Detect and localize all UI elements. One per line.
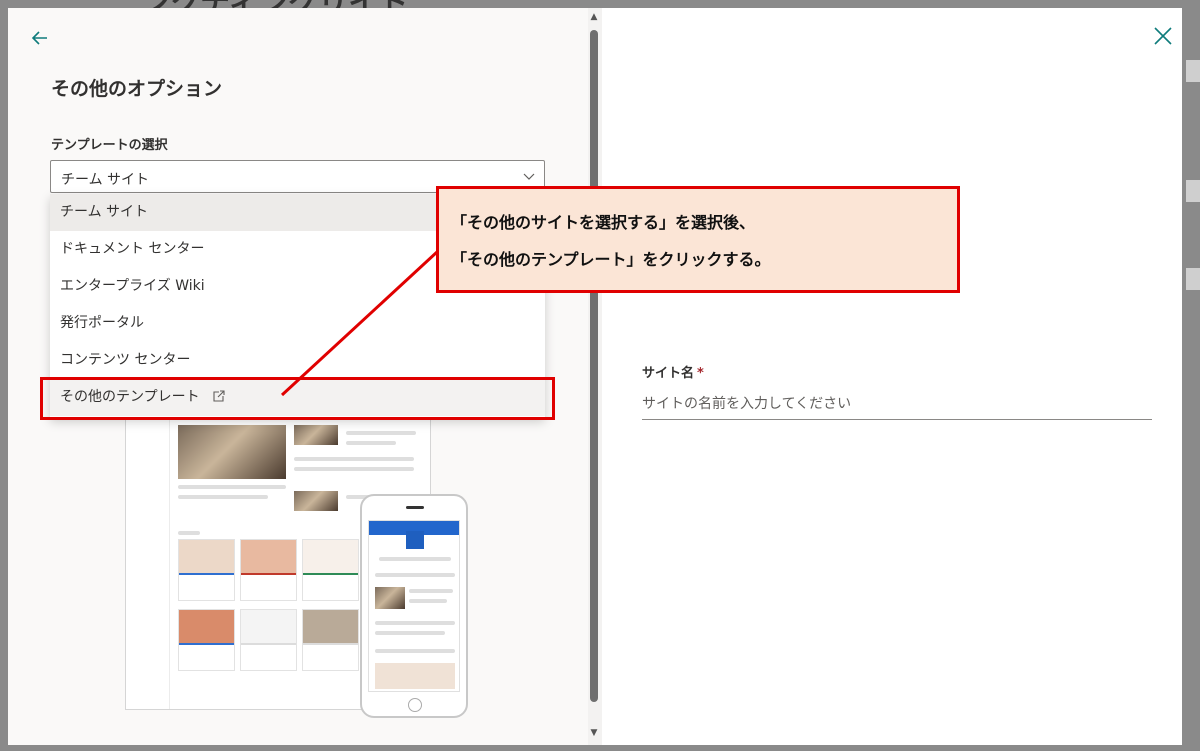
template-select-label: テンプレートの選択 <box>51 138 168 153</box>
preview-sidebar <box>126 419 170 709</box>
preview-card <box>178 609 235 671</box>
phone-text-line <box>375 573 455 577</box>
phone-text-line <box>375 649 455 653</box>
preview-phone-mockup <box>360 494 468 718</box>
highlight-box-other-templates <box>40 377 555 420</box>
preview-text-line <box>346 441 396 445</box>
phone-text-line <box>409 599 447 603</box>
preview-news-image <box>294 491 338 511</box>
phone-text-line <box>409 589 453 593</box>
preview-text-line <box>178 495 268 499</box>
preview-card <box>302 609 359 671</box>
close-icon[interactable] <box>1152 25 1174 47</box>
panel-title: その他のオプション <box>51 78 223 100</box>
preview-news-image <box>294 425 338 445</box>
preview-text-line <box>178 531 200 535</box>
callout-line-1: 「その他のサイトを選択する」を選択後、 <box>451 213 756 232</box>
phone-text-line <box>375 631 445 635</box>
site-name-input[interactable] <box>642 388 1152 420</box>
phone-home-button <box>408 698 422 712</box>
dropdown-option-publishing-portal[interactable]: 発行ポータル <box>50 305 545 342</box>
phone-text-line <box>379 557 451 561</box>
preview-hero-image <box>178 425 286 479</box>
preview-text-line <box>294 467 414 471</box>
chevron-down-icon <box>523 173 535 180</box>
background-edge-fragment <box>1186 180 1200 202</box>
preview-card <box>302 539 359 601</box>
scroll-up-arrow-icon[interactable]: ▲ <box>589 12 599 22</box>
phone-news-image <box>375 587 405 609</box>
scroll-down-arrow-icon[interactable]: ▼ <box>589 728 599 738</box>
site-name-label-text: サイト名 <box>642 366 695 381</box>
phone-text-line <box>375 621 455 625</box>
preview-card <box>240 539 297 601</box>
preview-text-line <box>346 431 416 435</box>
site-name-label: サイト名 * <box>642 362 704 381</box>
callout-line-2: 「その他のテンプレート」をクリックする。 <box>451 250 771 269</box>
background-edge-fragment <box>1186 60 1200 82</box>
background-edge-fragment <box>1186 268 1200 290</box>
phone-site-logo <box>406 531 424 549</box>
panel-scrollbar-thumb[interactable] <box>590 30 598 702</box>
instruction-callout: 「その他のサイトを選択する」を選択後、 「その他のテンプレート」をクリックする。 <box>436 186 960 293</box>
arrow-left-icon[interactable] <box>28 26 52 50</box>
phone-card-image <box>375 663 455 689</box>
phone-speaker <box>406 506 424 509</box>
preview-text-line <box>294 457 414 461</box>
phone-screen <box>368 520 460 692</box>
preview-card <box>240 609 297 671</box>
preview-text-line <box>178 485 286 489</box>
preview-card <box>178 539 235 601</box>
dropdown-option-content-center[interactable]: コンテンツ センター <box>50 342 545 379</box>
required-marker: * <box>697 366 704 381</box>
template-select-value: チーム サイト <box>61 172 150 188</box>
